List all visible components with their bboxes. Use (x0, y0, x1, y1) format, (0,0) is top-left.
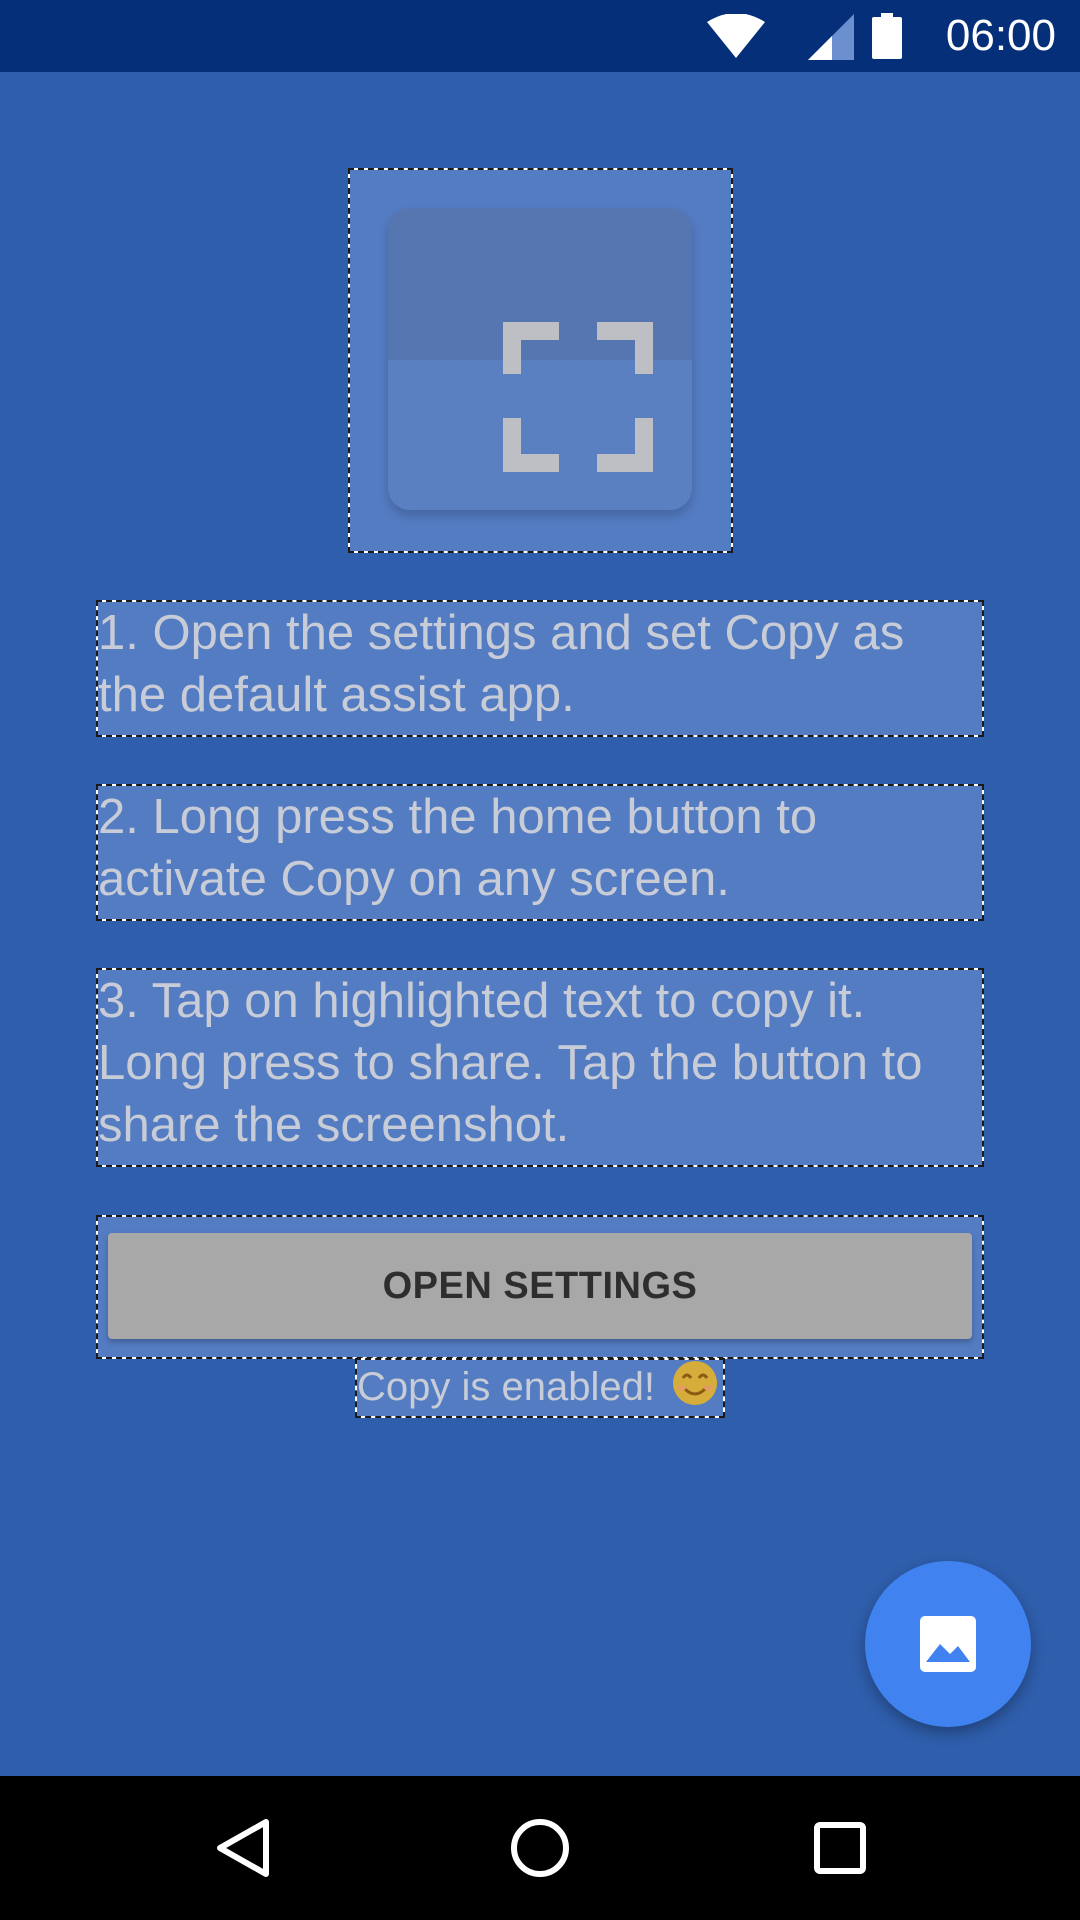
open-settings-button[interactable]: OPEN SETTINGS (108, 1233, 972, 1339)
screen: 06:00 1. Open the settings and set Copy … (0, 0, 1080, 1920)
status-clock: 06:00 (945, 11, 1056, 60)
step-2-text: 2. Long press the home button to activat… (96, 784, 984, 921)
recents-icon[interactable] (814, 1822, 866, 1874)
open-settings-container: OPEN SETTINGS (96, 1215, 984, 1359)
navigation-bar (0, 1776, 1080, 1920)
back-icon[interactable] (214, 1818, 270, 1878)
signal-icon (808, 14, 854, 60)
wifi-icon (707, 14, 765, 58)
logo-card (388, 208, 692, 510)
home-icon[interactable] (510, 1818, 570, 1878)
step-1-text: 1. Open the settings and set Copy as the… (96, 600, 984, 737)
step-3-text: 3. Tap on highlighted text to copy it. L… (96, 968, 984, 1167)
app-logo (348, 168, 733, 553)
image-icon (920, 1616, 976, 1672)
crop-frame-icon (503, 322, 653, 472)
battery-icon (872, 13, 902, 59)
status-message: Copy is enabled! (355, 1358, 725, 1418)
smiling-face-icon (673, 1361, 718, 1405)
share-screenshot-fab[interactable] (865, 1561, 1031, 1727)
status-message-text: Copy is enabled! (357, 1365, 655, 1409)
status-bar: 06:00 (0, 0, 1080, 72)
